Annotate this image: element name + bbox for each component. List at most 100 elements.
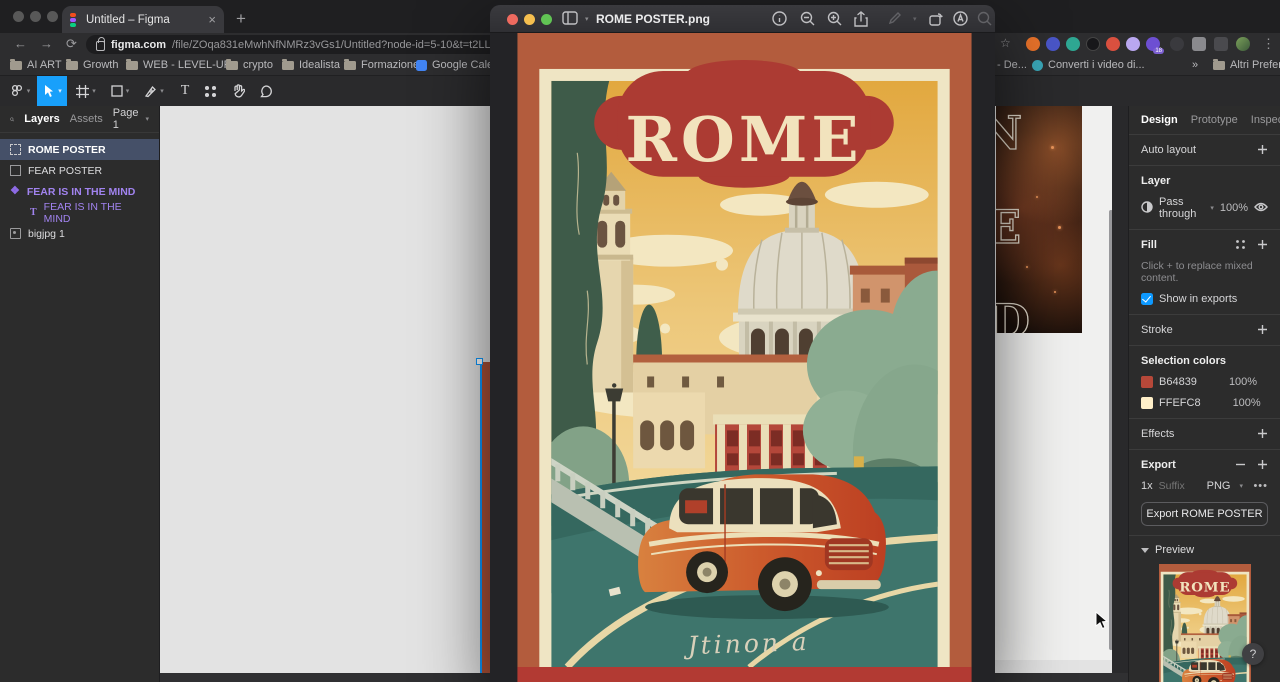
bookmark-item[interactable]: - De... <box>997 59 1027 71</box>
format-chevron-icon[interactable]: ▾ <box>1239 482 1243 490</box>
side-panel-icon[interactable] <box>1214 37 1228 51</box>
fear-poster-image[interactable]: N E D <box>996 106 1082 333</box>
layer-section-title: Layer <box>1141 175 1171 187</box>
ql-search-icon[interactable] <box>977 11 993 27</box>
preview-header[interactable]: Preview <box>1129 536 1280 564</box>
bookmark-item[interactable]: Growth <box>66 58 118 71</box>
ql-markup-chevron[interactable]: ▾ <box>913 15 917 23</box>
tab-close-icon[interactable]: × <box>208 13 216 26</box>
selection-color-row[interactable]: B64839 100% <box>1141 376 1268 388</box>
bookmark-item[interactable]: Altri Preferiti <box>1213 58 1280 71</box>
add-effect-button[interactable] <box>1257 428 1268 439</box>
layer-opacity[interactable]: 100% <box>1220 202 1248 214</box>
text-tool-button[interactable]: T <box>174 76 196 106</box>
tab-design[interactable]: Design <box>1141 114 1178 126</box>
new-tab-button[interactable]: + <box>236 9 246 29</box>
main-menu-button[interactable]: ▾ <box>6 76 34 106</box>
ql-close-button[interactable] <box>507 13 518 25</box>
layers-panel: Layers Assets Page 1 ▾ ROME POSTER FEAR P… <box>0 106 160 682</box>
export-suffix-input[interactable] <box>1158 480 1201 492</box>
back-icon[interactable]: ← <box>14 36 27 51</box>
extension-icon[interactable] <box>1026 37 1040 51</box>
reload-icon[interactable]: ⟳ <box>66 36 77 52</box>
hand-tool-button[interactable] <box>226 76 250 106</box>
extension-icon[interactable]: 18 <box>1146 37 1164 54</box>
ql-sidebar-icon[interactable] <box>562 11 578 27</box>
ql-zoom-in-icon[interactable] <box>827 11 843 27</box>
browser-menu-icon[interactable]: ⋮ <box>1262 36 1275 52</box>
tab-inspect[interactable]: Inspect <box>1251 114 1280 126</box>
search-icon[interactable] <box>10 114 15 125</box>
forward-icon[interactable]: → <box>40 36 53 51</box>
ql-zoom-out-icon[interactable] <box>800 11 816 27</box>
bookmark-item[interactable]: crypto <box>226 58 273 71</box>
extension-icon[interactable] <box>1086 37 1100 51</box>
ql-zoom-button[interactable] <box>541 13 552 25</box>
window-minimize-button[interactable] <box>30 11 41 22</box>
bookmark-star-icon[interactable]: ☆ <box>1000 36 1011 50</box>
layer-row-component[interactable]: ❖ FEAR IS IN THE MIND <box>0 181 159 202</box>
color-swatch[interactable] <box>1141 397 1153 409</box>
layer-row-rome-poster[interactable]: ROME POSTER <box>0 139 159 160</box>
visibility-eye-icon[interactable] <box>1254 202 1268 215</box>
ql-sidebar-chevron[interactable]: ▾ <box>585 15 589 23</box>
add-export-button[interactable] <box>1257 459 1268 470</box>
ql-markup-pencil-icon[interactable] <box>888 11 904 27</box>
extension-icon[interactable] <box>1126 37 1140 51</box>
selection-handle[interactable] <box>476 358 483 365</box>
extensions-puzzle-icon[interactable] <box>1192 37 1206 51</box>
comment-tool-button[interactable] <box>254 76 278 106</box>
bookmark-item[interactable]: Idealista <box>282 58 340 71</box>
move-tool-button[interactable]: ▾ <box>37 76 67 106</box>
browser-tab[interactable]: Untitled – Figma × <box>62 6 224 33</box>
add-fill-button[interactable] <box>1257 239 1268 250</box>
layer-row-fear-poster[interactable]: FEAR POSTER <box>0 160 159 181</box>
extension-icon[interactable] <box>1106 37 1120 51</box>
image-layer-icon <box>10 228 21 239</box>
converti-icon <box>1032 59 1043 71</box>
ql-info-icon[interactable] <box>772 11 788 27</box>
window-close-button[interactable] <box>13 11 24 22</box>
color-swatch[interactable] <box>1141 376 1153 388</box>
bookmark-item[interactable]: WEB - LEVEL-UP <box>126 58 231 71</box>
resources-tool-button[interactable] <box>198 76 222 106</box>
selection-color-row[interactable]: FFEFC8 100% <box>1141 397 1268 409</box>
ql-share-icon[interactable] <box>854 11 870 27</box>
pen-tool-button[interactable]: ▾ <box>140 76 168 106</box>
window-zoom-button[interactable] <box>47 11 58 22</box>
show-in-exports-checkbox[interactable] <box>1141 293 1153 305</box>
bookmark-item[interactable]: Formazione <box>344 58 419 71</box>
bookmarks-overflow-chevrons[interactable]: » <box>1192 59 1198 71</box>
shape-tool-button[interactable]: ▾ <box>106 76 134 106</box>
add-stroke-button[interactable] <box>1257 324 1268 335</box>
frame-tool-button[interactable]: ▾ <box>72 76 100 106</box>
blend-mode-value[interactable]: Pass through <box>1159 196 1201 220</box>
tab-prototype[interactable]: Prototype <box>1191 114 1238 126</box>
add-auto-layout-button[interactable] <box>1257 144 1268 155</box>
remove-export-button[interactable] <box>1235 459 1246 470</box>
ql-annotate-icon[interactable] <box>953 11 969 27</box>
bookmark-item[interactable]: AI ART <box>10 58 62 71</box>
quicklook-titlebar[interactable]: ▾ ROME POSTER.png ▾ <box>490 5 995 33</box>
tab-assets[interactable]: Assets <box>70 113 103 125</box>
url-domain: figma.com <box>111 38 167 51</box>
bookmark-item[interactable]: Converti i video di... <box>1032 59 1145 71</box>
layer-row-text[interactable]: T FEAR IS IN THE MIND <box>0 201 159 225</box>
export-more-icon[interactable]: ••• <box>1253 480 1268 492</box>
profile-avatar[interactable] <box>1236 37 1250 51</box>
layer-row-bigjpg[interactable]: bigjpg 1 <box>0 223 159 244</box>
blend-chevron-icon[interactable]: ▾ <box>1210 204 1214 212</box>
ql-minimize-button[interactable] <box>524 13 535 25</box>
selection-colors-section: Selection colors B64839 100% FFEFC8 100% <box>1129 346 1280 419</box>
extension-icon[interactable] <box>1066 37 1080 51</box>
extension-icon[interactable] <box>1046 37 1060 51</box>
styles-icon[interactable] <box>1235 239 1246 253</box>
export-rome-poster-button[interactable]: Export ROME POSTER <box>1141 502 1268 526</box>
export-scale[interactable]: 1x <box>1141 480 1153 492</box>
export-format[interactable]: PNG <box>1207 480 1231 492</box>
tab-layers[interactable]: Layers <box>24 113 59 125</box>
help-button[interactable]: ? <box>1242 643 1264 665</box>
page-selector[interactable]: Page 1 ▾ <box>113 107 149 131</box>
ql-rotate-icon[interactable] <box>928 11 944 27</box>
extension-icon[interactable] <box>1170 37 1184 51</box>
